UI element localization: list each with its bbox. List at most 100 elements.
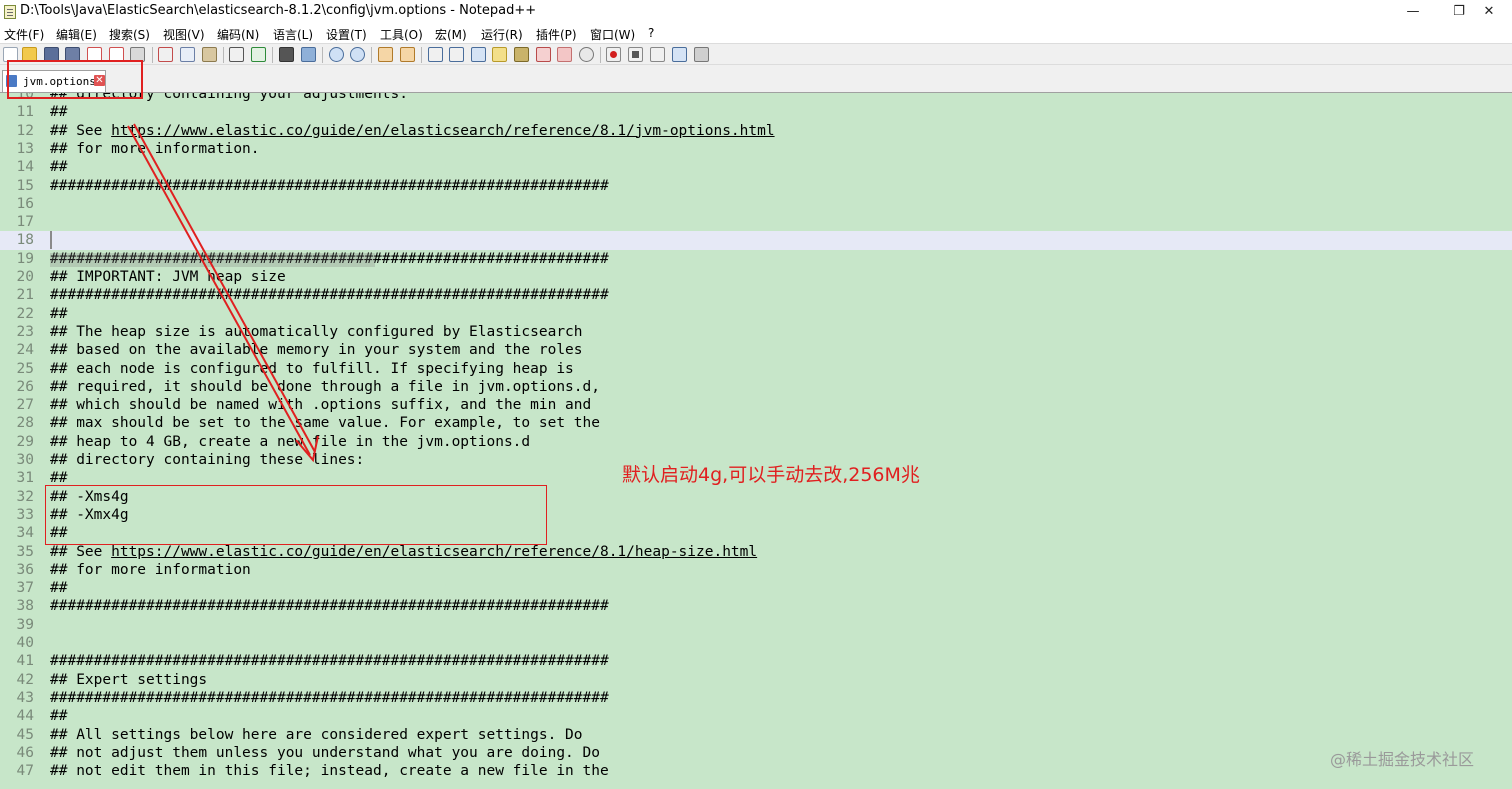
url-link[interactable]: https://www.elastic.co/guide/en/elastics…: [111, 544, 757, 560]
folder-workspace-icon[interactable]: [536, 47, 551, 62]
code-line[interactable]: 36 ## for more information: [0, 561, 1512, 579]
doc-map-icon[interactable]: [492, 47, 507, 62]
line-text: ## heap to 4 GB, create a new file in th…: [50, 433, 531, 450]
menu-plugins[interactable]: 插件(P): [536, 26, 577, 43]
url-link[interactable]: https://www.elastic.co/guide/en/elastics…: [111, 123, 774, 139]
code-line[interactable]: 23 ## The heap size is automatically conf…: [0, 323, 1512, 341]
find-icon[interactable]: [279, 47, 294, 62]
line-number: 15: [16, 177, 34, 194]
line-number: 33: [16, 506, 34, 523]
monitoring-icon[interactable]: [579, 47, 594, 62]
paste-icon[interactable]: [202, 47, 217, 62]
code-line[interactable]: 25 ## each node is configured to fulfill.…: [0, 360, 1512, 378]
code-line[interactable]: 24 ## based on the available memory in yo…: [0, 341, 1512, 359]
code-line[interactable]: 35 ## See https://www.elastic.co/guide/en…: [0, 543, 1512, 561]
menu-tools[interactable]: 工具(O): [380, 26, 423, 43]
function-list-icon[interactable]: [514, 47, 529, 62]
code-line[interactable]: 27 ## which should be named with .options…: [0, 396, 1512, 414]
menu-search[interactable]: 搜索(S): [109, 26, 150, 43]
line-text: ##: [50, 708, 68, 725]
cut-icon[interactable]: [158, 47, 173, 62]
smart-highlight: [50, 252, 375, 267]
sync-horizontal-icon[interactable]: [400, 47, 415, 62]
line-number: 41: [16, 653, 34, 670]
code-line[interactable]: 28 ## max should be set to the same value…: [0, 414, 1512, 432]
line-number: 47: [16, 763, 34, 780]
line-number: 22: [16, 305, 34, 322]
code-line[interactable]: 38 ######################################…: [0, 597, 1512, 615]
line-number: 12: [16, 122, 34, 139]
menu-file[interactable]: 文件(F): [4, 26, 44, 43]
code-line[interactable]: 47 ## not edit them in this file; instead…: [0, 762, 1512, 780]
replace-icon[interactable]: [301, 47, 316, 62]
menu-macro[interactable]: 宏(M): [435, 26, 467, 43]
code-line[interactable]: 11 ##: [0, 103, 1512, 121]
code-line[interactable]: 21 ######################################…: [0, 286, 1512, 304]
code-line[interactable]: 29 ## heap to 4 GB, create a new file in …: [0, 433, 1512, 451]
menu-language[interactable]: 语言(L): [273, 26, 313, 43]
line-text: ##: [50, 159, 68, 176]
code-line[interactable]: 26 ## required, it should be done through…: [0, 378, 1512, 396]
code-line[interactable]: 42 ## Expert settings: [0, 671, 1512, 689]
notepad-plus-plus-icon: [4, 5, 16, 19]
line-text: ########################################…: [50, 287, 609, 304]
copy-icon[interactable]: [180, 47, 195, 62]
code-line[interactable]: 37 ##: [0, 579, 1512, 597]
code-line[interactable]: 40: [0, 634, 1512, 652]
record-macro-icon[interactable]: [606, 47, 621, 62]
code-line[interactable]: 43 ######################################…: [0, 689, 1512, 707]
line-number: 11: [16, 104, 34, 121]
code-line[interactable]: 44 ##: [0, 707, 1512, 725]
menu-view[interactable]: 视图(V): [163, 26, 205, 43]
line-number: 30: [16, 452, 34, 468]
menu-edit[interactable]: 编辑(E): [56, 26, 97, 43]
zoom-in-icon[interactable]: [329, 47, 344, 62]
menu-window[interactable]: 窗口(W): [590, 26, 635, 43]
line-text: ## All settings below here are considere…: [50, 726, 583, 743]
tab-highlight-box: [7, 60, 143, 99]
code-line[interactable]: 13 ## for more information.: [0, 140, 1512, 158]
code-line[interactable]: 41 ######################################…: [0, 652, 1512, 670]
sync-vertical-icon[interactable]: [378, 47, 393, 62]
code-line[interactable]: 17: [0, 213, 1512, 231]
save-macro-icon[interactable]: [694, 47, 709, 62]
code-line[interactable]: 16: [0, 195, 1512, 213]
zoom-out-icon[interactable]: [350, 47, 365, 62]
code-line[interactable]: 12 ## See https://www.elastic.co/guide/en…: [0, 122, 1512, 140]
menu-help[interactable]: ?: [648, 26, 654, 40]
show-all-chars-icon[interactable]: [449, 47, 464, 62]
word-wrap-icon[interactable]: [428, 47, 443, 62]
code-line[interactable]: 22 ##: [0, 305, 1512, 323]
line-text: ## each node is configured to fulfill. I…: [50, 360, 574, 377]
code-line[interactable]: 45 ## All settings below here are conside…: [0, 726, 1512, 744]
play-macro-icon[interactable]: [650, 47, 665, 62]
editor[interactable]: 10 ## directory containing your adjustmen…: [0, 93, 1512, 789]
code-line[interactable]: 19 ######################################…: [0, 250, 1512, 268]
code-line[interactable]: 18: [0, 231, 1512, 250]
line-number: 17: [16, 214, 34, 231]
menu-run[interactable]: 运行(R): [481, 26, 523, 43]
line-text: ##: [50, 580, 68, 597]
undo-icon[interactable]: [229, 47, 244, 62]
code-line[interactable]: 10 ## directory containing your adjustmen…: [0, 93, 1512, 103]
doc-switcher-icon[interactable]: [557, 47, 572, 62]
line-text: ## for more information: [50, 561, 251, 578]
stop-record-icon[interactable]: [628, 47, 643, 62]
line-number: 43: [16, 689, 34, 706]
line-text: ## not edit them in this file; instead, …: [50, 763, 609, 780]
code-line[interactable]: 39: [0, 616, 1512, 634]
line-number: 45: [16, 726, 34, 743]
line-number: 40: [16, 635, 34, 651]
code-line[interactable]: 20 ## IMPORTANT: JVM heap size: [0, 268, 1512, 286]
line-number: 35: [16, 543, 34, 560]
code-line[interactable]: 46 ## not adjust them unless you understa…: [0, 744, 1512, 762]
code-line[interactable]: 14 ##: [0, 158, 1512, 176]
code-line[interactable]: 15 ######################################…: [0, 177, 1512, 195]
close-window-button[interactable]: ✕: [1466, 0, 1512, 24]
run-macro-multiple-icon[interactable]: [672, 47, 687, 62]
indent-guide-icon[interactable]: [471, 47, 486, 62]
minimize-button[interactable]: —: [1390, 0, 1436, 24]
menu-encoding[interactable]: 编码(N): [217, 26, 259, 43]
menu-settings[interactable]: 设置(T): [326, 26, 367, 43]
redo-icon[interactable]: [251, 47, 266, 62]
